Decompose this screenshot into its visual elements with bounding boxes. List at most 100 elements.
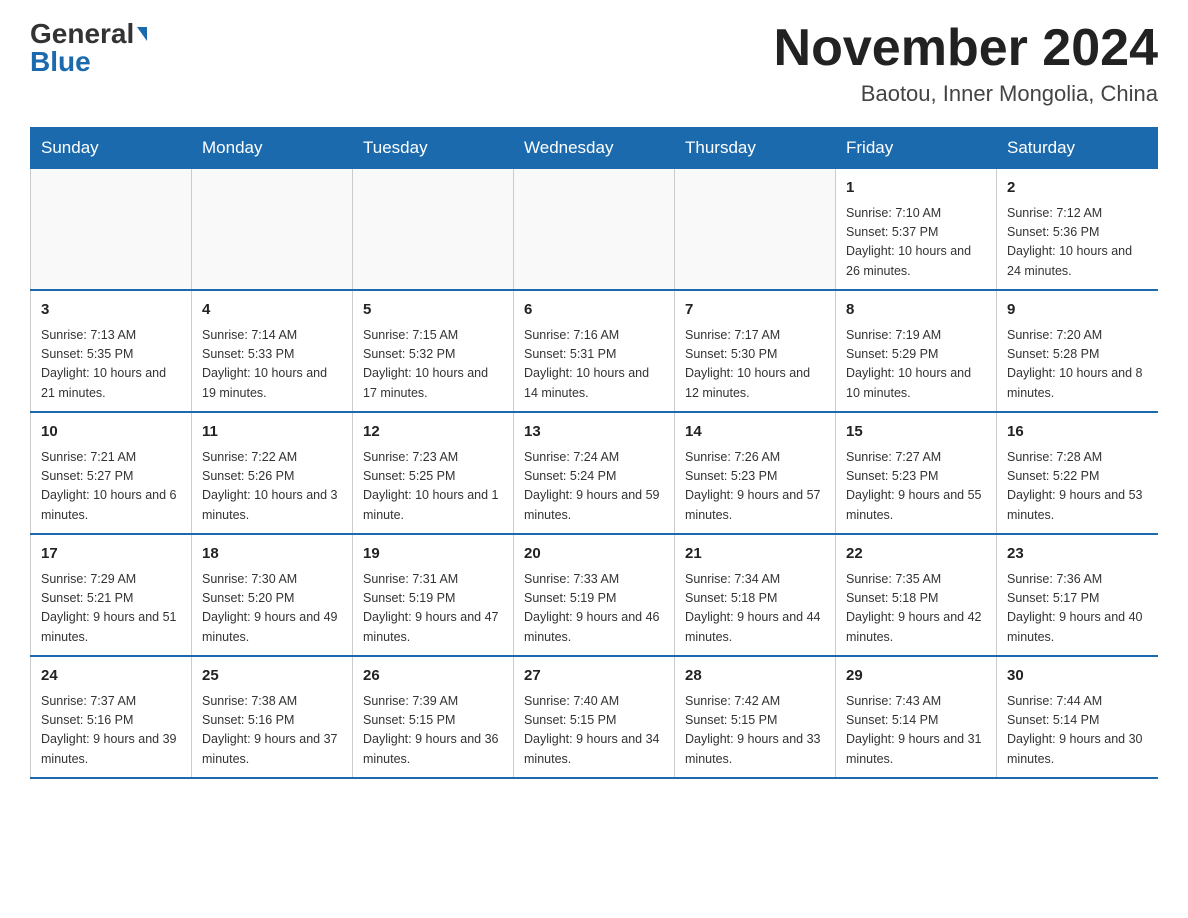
day-cell: 5 Sunrise: 7:15 AM Sunset: 5:32 PM Daylig…: [353, 290, 514, 412]
day-number: 26: [363, 665, 503, 688]
day-info: Sunrise: 7:37 AM Sunset: 5:16 PM Dayligh…: [41, 692, 181, 770]
day-number: 25: [202, 665, 342, 688]
header-day-friday: Friday: [836, 128, 997, 169]
day-number: 7: [685, 299, 825, 322]
day-info: Sunrise: 7:13 AM Sunset: 5:35 PM Dayligh…: [41, 326, 181, 404]
day-cell: 13 Sunrise: 7:24 AM Sunset: 5:24 PM Dayli…: [514, 412, 675, 534]
day-number: 23: [1007, 543, 1148, 566]
day-number: 28: [685, 665, 825, 688]
day-cell: 8Sunrise: 7:19 AM Sunset: 5:29 PM Daylig…: [836, 290, 997, 412]
day-cell: [31, 169, 192, 291]
location-subtitle: Baotou, Inner Mongolia, China: [774, 81, 1158, 107]
header-day-saturday: Saturday: [997, 128, 1158, 169]
day-number: 11: [202, 421, 342, 444]
day-cell: 2Sunrise: 7:12 AM Sunset: 5:36 PM Daylig…: [997, 169, 1158, 291]
day-cell: 7 Sunrise: 7:17 AM Sunset: 5:30 PM Daylig…: [675, 290, 836, 412]
day-cell: [514, 169, 675, 291]
day-cell: 11Sunrise: 7:22 AM Sunset: 5:26 PM Dayli…: [192, 412, 353, 534]
day-number: 4: [202, 299, 342, 322]
month-title: November 2024: [774, 20, 1158, 77]
logo-general-text: General: [30, 20, 134, 48]
logo-blue-text: Blue: [30, 48, 91, 76]
day-info: Sunrise: 7:10 AM Sunset: 5:37 PM Dayligh…: [846, 204, 986, 282]
day-number: 12: [363, 421, 503, 444]
day-cell: 30 Sunrise: 7:44 AM Sunset: 5:14 PM Dayli…: [997, 656, 1158, 778]
day-number: 5: [363, 299, 503, 322]
day-number: 2: [1007, 177, 1148, 200]
day-info: Sunrise: 7:44 AM Sunset: 5:14 PM Dayligh…: [1007, 692, 1148, 770]
day-number: 1: [846, 177, 986, 200]
day-info: Sunrise: 7:30 AM Sunset: 5:20 PM Dayligh…: [202, 570, 342, 648]
day-cell: 19 Sunrise: 7:31 AM Sunset: 5:19 PM Dayli…: [353, 534, 514, 656]
day-number: 24: [41, 665, 181, 688]
day-number: 13: [524, 421, 664, 444]
week-row-4: 17Sunrise: 7:29 AM Sunset: 5:21 PM Dayli…: [31, 534, 1158, 656]
day-number: 3: [41, 299, 181, 322]
day-cell: 28 Sunrise: 7:42 AM Sunset: 5:15 PM Dayli…: [675, 656, 836, 778]
day-number: 19: [363, 543, 503, 566]
week-row-2: 3 Sunrise: 7:13 AM Sunset: 5:35 PM Daylig…: [31, 290, 1158, 412]
day-info: Sunrise: 7:14 AM Sunset: 5:33 PM Dayligh…: [202, 326, 342, 404]
day-cell: 27Sunrise: 7:40 AM Sunset: 5:15 PM Dayli…: [514, 656, 675, 778]
week-row-3: 10 Sunrise: 7:21 AM Sunset: 5:27 PM Dayli…: [31, 412, 1158, 534]
day-info: Sunrise: 7:38 AM Sunset: 5:16 PM Dayligh…: [202, 692, 342, 770]
day-cell: 17Sunrise: 7:29 AM Sunset: 5:21 PM Dayli…: [31, 534, 192, 656]
week-row-1: 1 Sunrise: 7:10 AM Sunset: 5:37 PM Daylig…: [31, 169, 1158, 291]
day-number: 10: [41, 421, 181, 444]
day-cell: 9 Sunrise: 7:20 AM Sunset: 5:28 PM Daylig…: [997, 290, 1158, 412]
day-number: 30: [1007, 665, 1148, 688]
day-cell: 4 Sunrise: 7:14 AM Sunset: 5:33 PM Daylig…: [192, 290, 353, 412]
day-info: Sunrise: 7:42 AM Sunset: 5:15 PM Dayligh…: [685, 692, 825, 770]
day-number: 27: [524, 665, 664, 688]
header-day-monday: Monday: [192, 128, 353, 169]
day-cell: 12 Sunrise: 7:23 AM Sunset: 5:25 PM Dayli…: [353, 412, 514, 534]
day-info: Sunrise: 7:26 AM Sunset: 5:23 PM Dayligh…: [685, 448, 825, 526]
day-number: 8: [846, 299, 986, 322]
day-info: Sunrise: 7:21 AM Sunset: 5:27 PM Dayligh…: [41, 448, 181, 526]
day-info: Sunrise: 7:39 AM Sunset: 5:15 PM Dayligh…: [363, 692, 503, 770]
day-cell: 21 Sunrise: 7:34 AM Sunset: 5:18 PM Dayli…: [675, 534, 836, 656]
day-number: 15: [846, 421, 986, 444]
day-info: Sunrise: 7:15 AM Sunset: 5:32 PM Dayligh…: [363, 326, 503, 404]
day-info: Sunrise: 7:31 AM Sunset: 5:19 PM Dayligh…: [363, 570, 503, 648]
day-info: Sunrise: 7:23 AM Sunset: 5:25 PM Dayligh…: [363, 448, 503, 526]
week-row-5: 24 Sunrise: 7:37 AM Sunset: 5:16 PM Dayli…: [31, 656, 1158, 778]
day-cell: 18 Sunrise: 7:30 AM Sunset: 5:20 PM Dayli…: [192, 534, 353, 656]
day-info: Sunrise: 7:36 AM Sunset: 5:17 PM Dayligh…: [1007, 570, 1148, 648]
day-cell: 23 Sunrise: 7:36 AM Sunset: 5:17 PM Dayli…: [997, 534, 1158, 656]
title-area: November 2024 Baotou, Inner Mongolia, Ch…: [774, 20, 1158, 107]
day-cell: 22Sunrise: 7:35 AM Sunset: 5:18 PM Dayli…: [836, 534, 997, 656]
day-cell: 25 Sunrise: 7:38 AM Sunset: 5:16 PM Dayli…: [192, 656, 353, 778]
day-cell: 6Sunrise: 7:16 AM Sunset: 5:31 PM Daylig…: [514, 290, 675, 412]
day-cell: [353, 169, 514, 291]
day-number: 21: [685, 543, 825, 566]
header-row: SundayMondayTuesdayWednesdayThursdayFrid…: [31, 128, 1158, 169]
day-number: 18: [202, 543, 342, 566]
header-day-sunday: Sunday: [31, 128, 192, 169]
day-info: Sunrise: 7:35 AM Sunset: 5:18 PM Dayligh…: [846, 570, 986, 648]
day-info: Sunrise: 7:28 AM Sunset: 5:22 PM Dayligh…: [1007, 448, 1148, 526]
day-info: Sunrise: 7:34 AM Sunset: 5:18 PM Dayligh…: [685, 570, 825, 648]
day-info: Sunrise: 7:27 AM Sunset: 5:23 PM Dayligh…: [846, 448, 986, 526]
day-info: Sunrise: 7:43 AM Sunset: 5:14 PM Dayligh…: [846, 692, 986, 770]
day-info: Sunrise: 7:24 AM Sunset: 5:24 PM Dayligh…: [524, 448, 664, 526]
day-info: Sunrise: 7:20 AM Sunset: 5:28 PM Dayligh…: [1007, 326, 1148, 404]
day-info: Sunrise: 7:16 AM Sunset: 5:31 PM Dayligh…: [524, 326, 664, 404]
logo-triangle-icon: [137, 27, 147, 41]
day-cell: 3 Sunrise: 7:13 AM Sunset: 5:35 PM Daylig…: [31, 290, 192, 412]
day-cell: [675, 169, 836, 291]
day-cell: 15 Sunrise: 7:27 AM Sunset: 5:23 PM Dayli…: [836, 412, 997, 534]
day-cell: 10 Sunrise: 7:21 AM Sunset: 5:27 PM Dayli…: [31, 412, 192, 534]
day-cell: 14 Sunrise: 7:26 AM Sunset: 5:23 PM Dayli…: [675, 412, 836, 534]
header-day-thursday: Thursday: [675, 128, 836, 169]
day-number: 9: [1007, 299, 1148, 322]
logo: General Blue: [30, 20, 147, 76]
day-info: Sunrise: 7:33 AM Sunset: 5:19 PM Dayligh…: [524, 570, 664, 648]
calendar-header: SundayMondayTuesdayWednesdayThursdayFrid…: [31, 128, 1158, 169]
day-number: 14: [685, 421, 825, 444]
calendar-table: SundayMondayTuesdayWednesdayThursdayFrid…: [30, 127, 1158, 779]
day-number: 16: [1007, 421, 1148, 444]
day-number: 17: [41, 543, 181, 566]
day-cell: 16 Sunrise: 7:28 AM Sunset: 5:22 PM Dayli…: [997, 412, 1158, 534]
day-info: Sunrise: 7:17 AM Sunset: 5:30 PM Dayligh…: [685, 326, 825, 404]
